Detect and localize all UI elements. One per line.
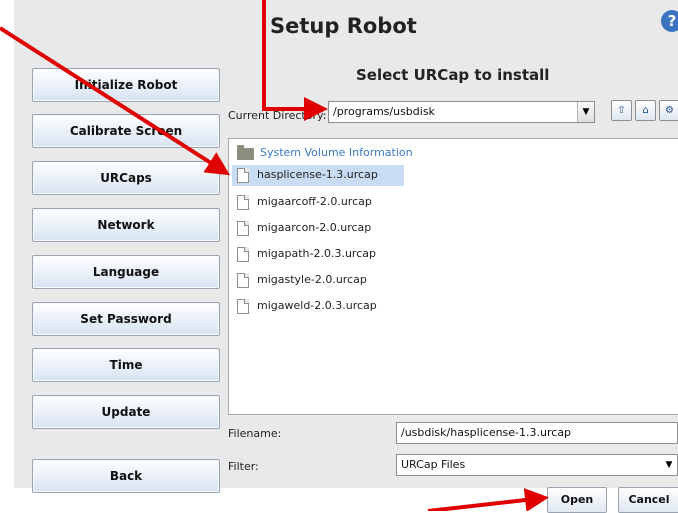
annotation-arrows: [0, 0, 549, 511]
arrow-to-open-button: [427, 488, 549, 511]
arrow-to-current-directory: [262, 0, 328, 121]
arrow-to-selected-file: [0, 26, 231, 176]
